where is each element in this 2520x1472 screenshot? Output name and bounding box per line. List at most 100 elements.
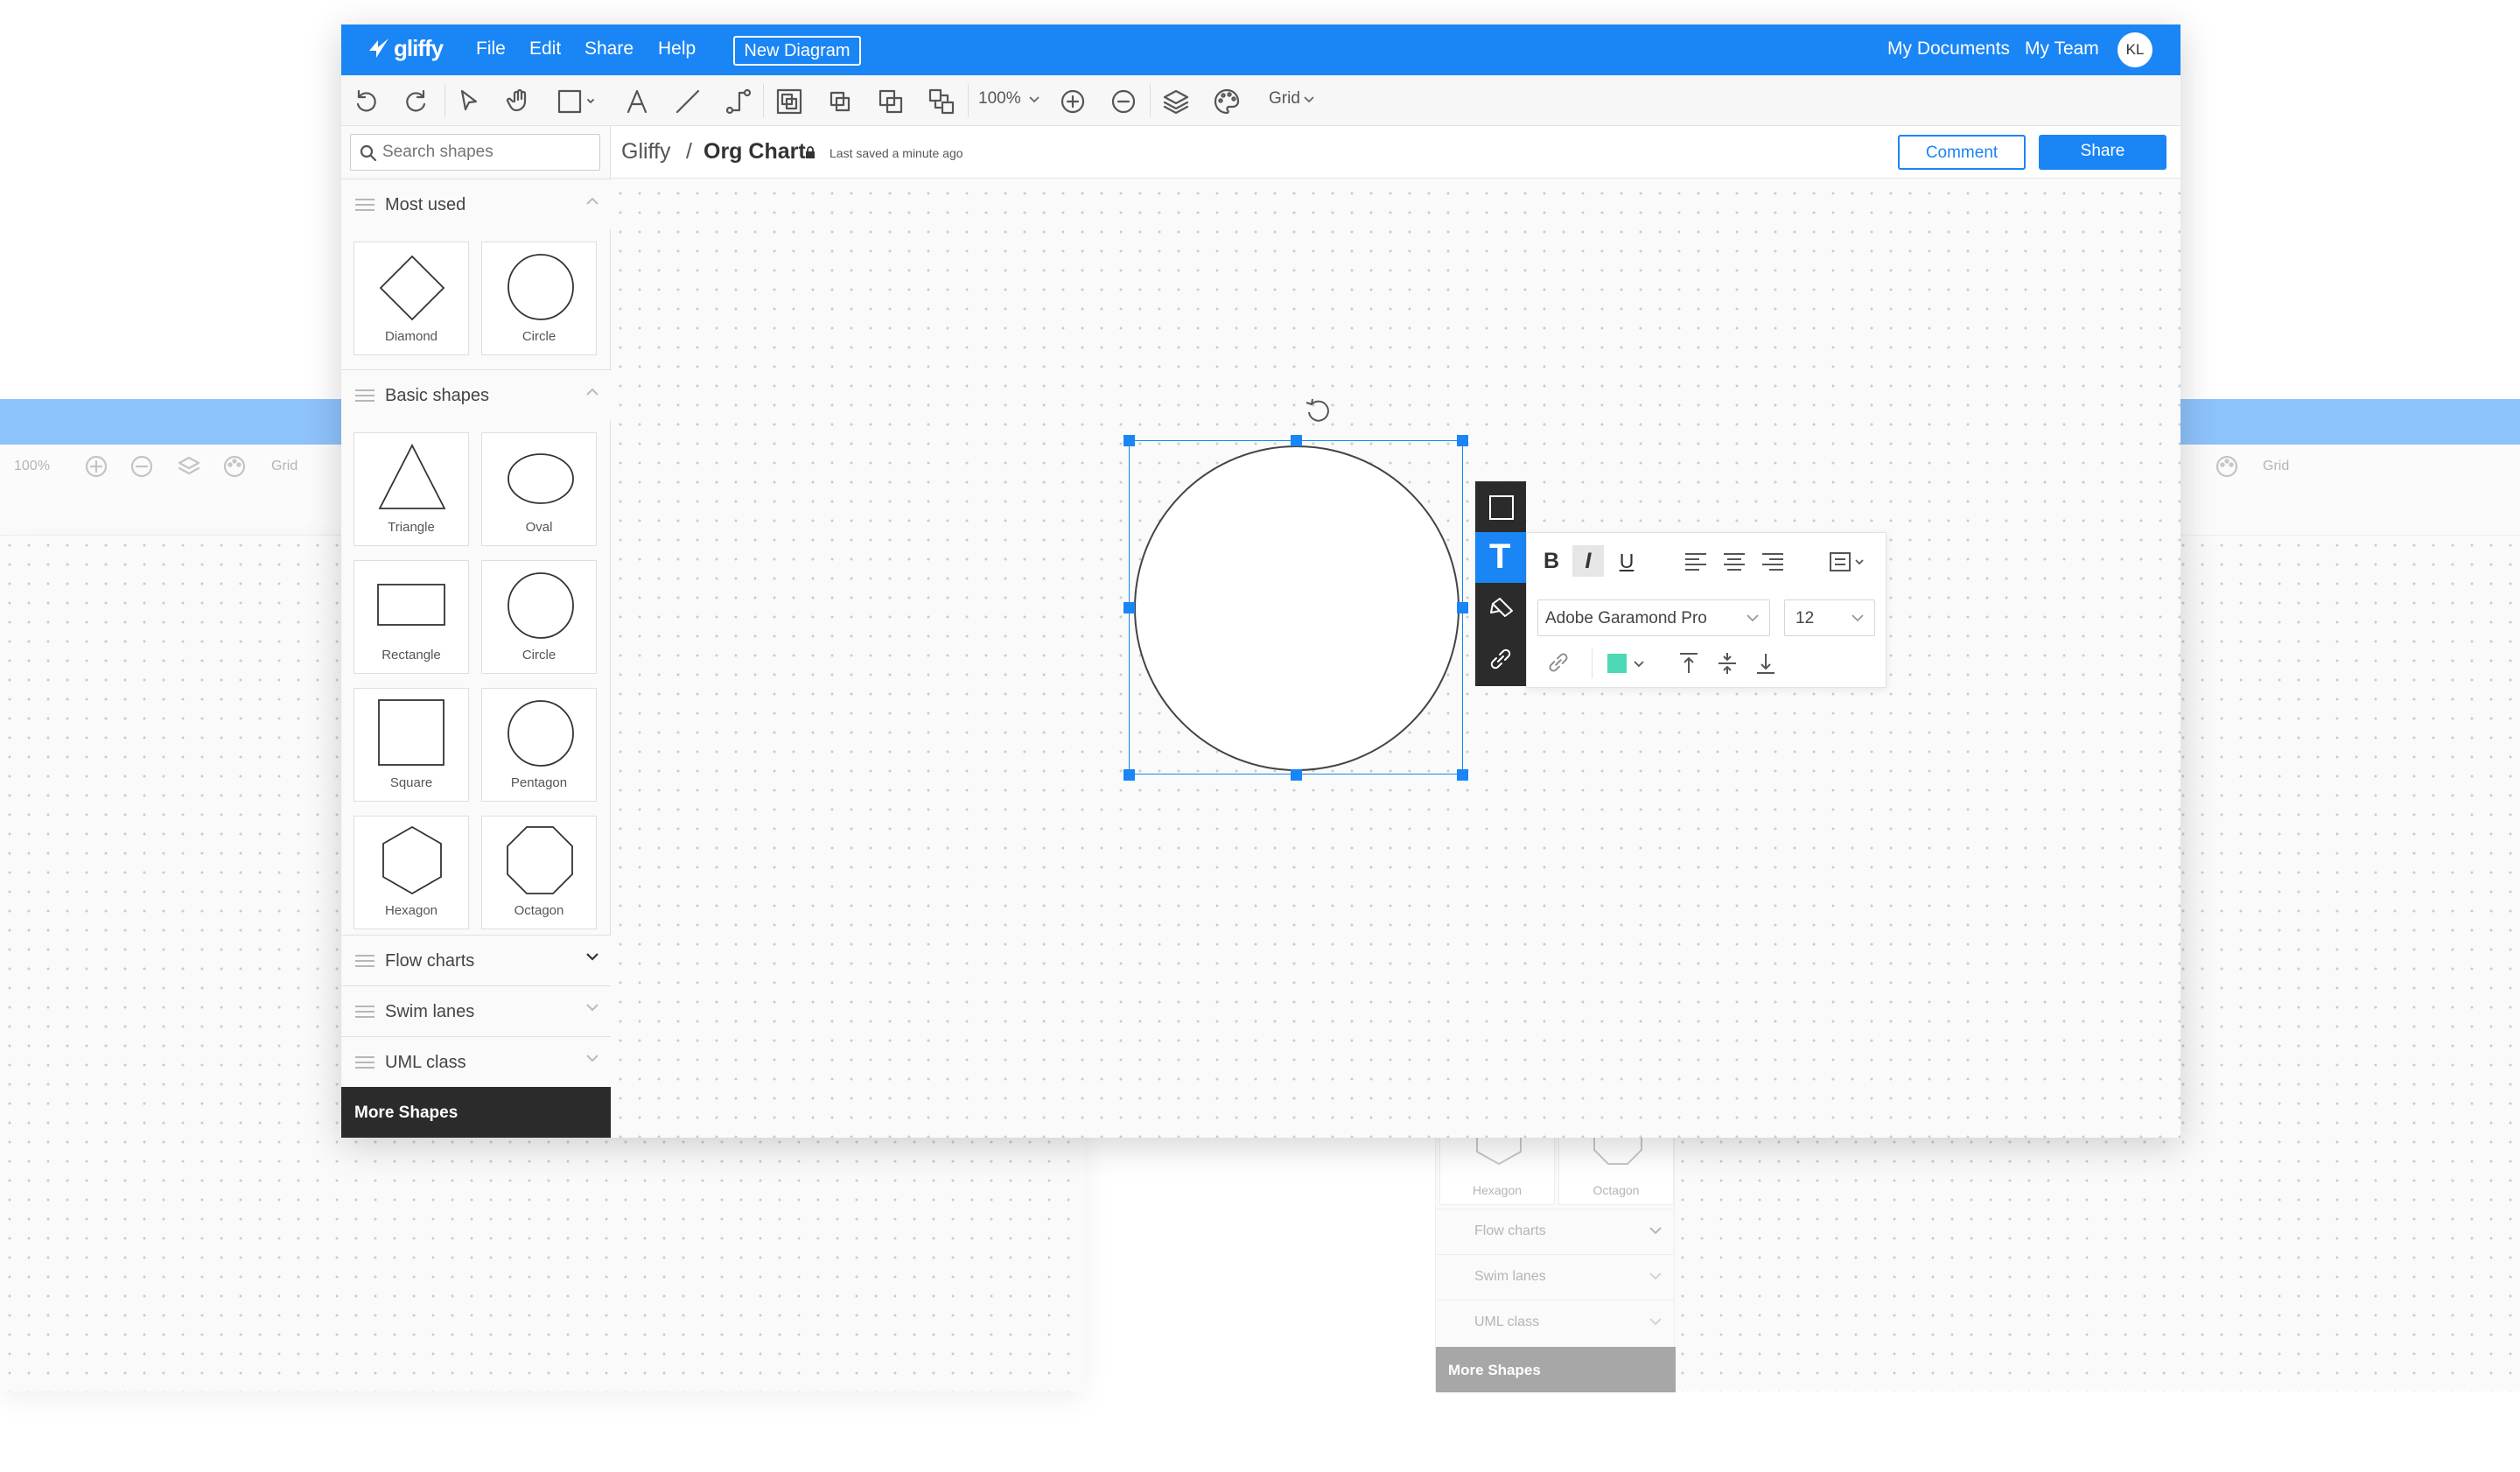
background-toolbar-left: 100% Grid — [0, 445, 341, 536]
grid-select[interactable]: Grid — [1269, 89, 1330, 114]
redo-icon[interactable] — [402, 88, 430, 116]
pointer-icon[interactable] — [455, 88, 483, 116]
shape-tile-triangle[interactable]: Triangle — [354, 432, 469, 546]
shape-style-tool[interactable] — [1475, 481, 1526, 532]
section-flow-charts[interactable]: Flow charts — [341, 935, 611, 985]
share-button[interactable]: Share — [2039, 135, 2166, 170]
breadcrumb-separator: / — [686, 139, 692, 164]
connector-icon[interactable] — [724, 88, 752, 116]
search-shapes-field[interactable] — [350, 134, 600, 171]
top-bar: gliffy File Edit Share Help New Diagram … — [341, 25, 2180, 75]
layers-icon[interactable] — [1162, 88, 1190, 116]
align-top-icon[interactable] — [1677, 652, 1700, 675]
more-shapes-button[interactable]: More Shapes — [341, 1087, 611, 1138]
section-basic-shapes[interactable]: Basic shapes — [341, 369, 611, 420]
ghost-section: Flow charts — [1436, 1209, 1674, 1254]
background-toolbar-right: Grid — [2180, 445, 2520, 536]
shape-tile-square[interactable]: Square — [354, 688, 469, 802]
text-color-picker[interactable] — [1607, 652, 1651, 676]
shape-tile-circle[interactable]: Circle — [481, 242, 597, 355]
align-bottom-icon[interactable] — [1754, 652, 1777, 675]
menu-help[interactable]: Help — [658, 39, 696, 60]
text-box-options-icon[interactable] — [1830, 552, 1868, 571]
menu-edit[interactable]: Edit — [529, 39, 561, 60]
group-icon[interactable] — [775, 88, 803, 116]
align-middle-icon[interactable] — [1716, 652, 1739, 675]
resize-handle[interactable] — [1291, 435, 1302, 446]
resize-handle[interactable] — [1291, 769, 1302, 781]
link-tool[interactable] — [1475, 634, 1526, 684]
search-input[interactable] — [382, 140, 592, 165]
gliffy-logo[interactable]: gliffy — [366, 33, 453, 65]
text-style-tool[interactable]: T — [1475, 532, 1526, 583]
shape-tile-diamond[interactable]: Diamond — [354, 242, 469, 355]
diagram-canvas[interactable]: Gliffy / Org Chart Last saved a minute a… — [611, 126, 2180, 1138]
shape-tile-rectangle[interactable]: Rectangle — [354, 560, 469, 674]
section-uml-class[interactable]: UML class — [341, 1036, 611, 1087]
undo-icon[interactable] — [352, 88, 380, 116]
shape-tile-oval[interactable]: Oval — [481, 432, 597, 546]
resize-handle[interactable] — [1457, 435, 1468, 446]
zoom-out-icon[interactable] — [1110, 88, 1138, 116]
new-diagram-button[interactable]: New Diagram — [733, 36, 861, 66]
menu-share[interactable]: Share — [584, 39, 634, 60]
italic-button[interactable]: I — [1572, 545, 1604, 577]
drag-handle-icon — [355, 199, 374, 211]
context-toolstrip: T — [1475, 481, 1526, 686]
section-swim-lanes[interactable]: Swim lanes — [341, 985, 611, 1036]
line-style-tool[interactable] — [1475, 583, 1526, 634]
send-backward-icon[interactable] — [877, 88, 905, 116]
drag-handle-icon — [355, 1006, 374, 1018]
theme-icon[interactable] — [1213, 88, 1241, 116]
page-title[interactable]: Org Chart — [704, 139, 806, 165]
triangle-icon — [378, 444, 446, 509]
ghost-section: UML class — [1436, 1300, 1674, 1345]
zoom-in-icon[interactable] — [1059, 88, 1087, 116]
ghost-label: Octagon — [1592, 1183, 1640, 1197]
resize-handle[interactable] — [1124, 769, 1135, 781]
resize-handle[interactable] — [1457, 602, 1468, 613]
gliffy-logo-icon — [369, 39, 388, 58]
shape-tile-octagon[interactable]: Octagon — [481, 816, 597, 929]
selected-circle-shape[interactable] — [1129, 440, 1465, 776]
shape-tile-hexagon[interactable]: Hexagon — [354, 816, 469, 929]
shape-label: Square — [389, 775, 433, 790]
font-family-select[interactable]: Adobe Garamond Pro — [1537, 599, 1770, 636]
ghost-label: Hexagon — [1472, 1183, 1522, 1197]
align-left-icon[interactable] — [1684, 552, 1707, 571]
breadcrumb-root[interactable]: Gliffy — [621, 139, 671, 165]
shape-tile-pentagon[interactable]: Pentagon — [481, 688, 597, 802]
hand-icon[interactable] — [506, 88, 534, 116]
avatar[interactable]: KL — [2118, 32, 2152, 67]
my-documents-link[interactable]: My Documents — [1887, 39, 2010, 60]
rectangle-icon[interactable] — [556, 88, 600, 116]
resize-handle[interactable] — [1457, 769, 1468, 781]
my-team-link[interactable]: My Team — [2025, 39, 2099, 60]
comment-button[interactable]: Comment — [1898, 135, 2026, 170]
section-most-used[interactable]: Most used — [341, 179, 611, 229]
align-right-icon[interactable] — [1761, 552, 1784, 571]
resize-handle[interactable] — [1124, 602, 1135, 613]
chevron-down-icon — [586, 1055, 598, 1062]
menu-file[interactable]: File — [476, 39, 506, 60]
bring-forward-icon[interactable] — [826, 88, 854, 116]
shapes-sidebar: Most used Diamond Circle Basic shapes Tr… — [341, 126, 611, 1138]
ghost-layers-icon — [178, 456, 200, 475]
underline-button[interactable]: U — [1611, 545, 1642, 577]
font-size-select[interactable]: 12 — [1784, 599, 1875, 636]
hyperlink-icon[interactable] — [1546, 650, 1571, 675]
shape-tile-circle-basic[interactable]: Circle — [481, 560, 597, 674]
hexagon-icon — [382, 825, 442, 895]
text-icon[interactable] — [623, 88, 651, 116]
align-center-icon[interactable] — [1723, 552, 1746, 571]
shape-label: Pentagon — [510, 775, 568, 790]
arrange-icon[interactable] — [928, 88, 956, 116]
rotate-handle-icon[interactable] — [1303, 396, 1333, 425]
shape-label: Triangle — [388, 520, 435, 535]
circle-icon — [508, 254, 574, 320]
line-icon[interactable] — [674, 88, 702, 116]
bold-button[interactable]: B — [1536, 545, 1567, 577]
zoom-select[interactable]: 100% — [978, 89, 1048, 114]
drag-handle-icon — [355, 389, 374, 402]
resize-handle[interactable] — [1124, 435, 1135, 446]
